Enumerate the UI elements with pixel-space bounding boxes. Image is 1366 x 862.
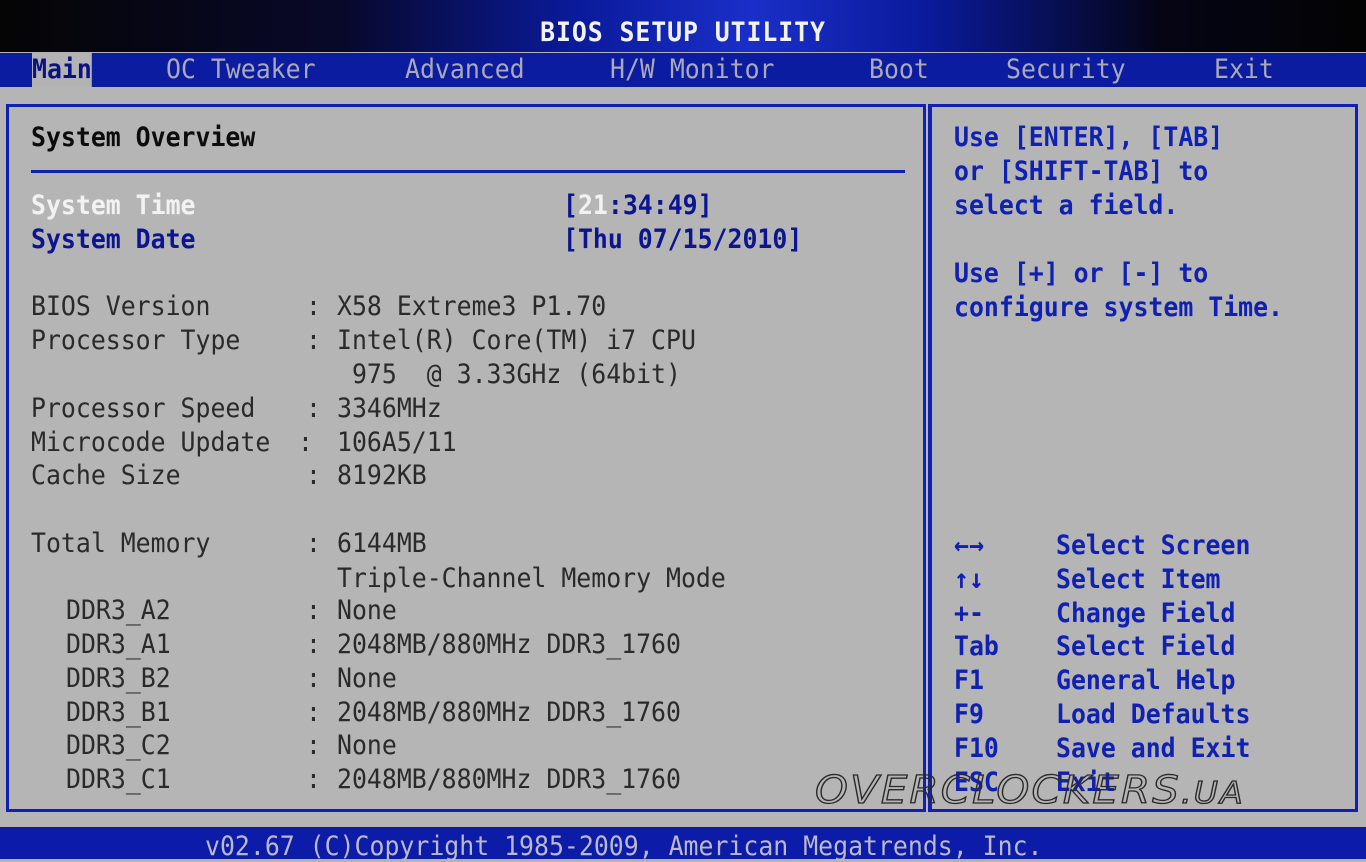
- watermark-suffix: .UA: [1180, 775, 1245, 811]
- section-divider: [31, 170, 905, 173]
- key-desc-select-screen: Select Screen: [1056, 530, 1251, 561]
- separator: :: [306, 325, 321, 356]
- watermark-text: OVERCLOCKERS: [814, 767, 1182, 812]
- tab-hw-monitor[interactable]: H/W Monitor: [610, 53, 775, 87]
- memory-slot-label: DDR3_C1: [66, 764, 171, 795]
- separator: :: [298, 427, 313, 458]
- total-memory-label: Total Memory: [31, 528, 211, 559]
- help-line: Use [+] or [-] to: [954, 258, 1209, 289]
- time-rest: :34:49]: [607, 190, 713, 221]
- memory-slot-label: DDR3_A2: [66, 595, 171, 626]
- system-time-field[interactable]: [21:34:49]: [563, 190, 713, 221]
- tab-boot[interactable]: Boot: [869, 53, 929, 87]
- key-desc-save-and-exit: Save and Exit: [1056, 733, 1251, 764]
- help-line: configure system Time.: [954, 292, 1284, 323]
- time-hour-segment[interactable]: 21: [578, 190, 608, 221]
- plus-minus-icon: +-: [954, 598, 984, 629]
- separator: :: [306, 528, 321, 559]
- separator: :: [306, 730, 321, 761]
- time-bracket-open: [: [563, 190, 578, 221]
- separator: :: [306, 629, 321, 660]
- cache-size-label: Cache Size: [31, 460, 181, 491]
- separator: :: [306, 663, 321, 694]
- tab-exit[interactable]: Exit: [1214, 53, 1274, 87]
- memory-slot-value: 2048MB/880MHz DDR3_1760: [337, 764, 681, 795]
- key-desc-change-field: Change Field: [1056, 598, 1236, 629]
- key-f10: F10: [954, 733, 999, 764]
- microcode-update-value: 106A5/11: [337, 427, 457, 458]
- microcode-update-label: Microcode Update: [31, 427, 271, 458]
- key-desc-general-help: General Help: [1056, 665, 1236, 696]
- separator: :: [306, 595, 321, 626]
- bios-version-label: BIOS Version: [31, 291, 211, 322]
- tab-advanced[interactable]: Advanced: [405, 53, 525, 87]
- memory-slot-value: None: [337, 595, 397, 626]
- cache-size-value: 8192KB: [337, 460, 427, 491]
- separator: :: [306, 291, 321, 322]
- system-date-field[interactable]: [Thu 07/15/2010]: [563, 224, 802, 255]
- up-down-arrows-icon: ↑↓: [954, 564, 984, 595]
- processor-type-value: Intel(R) Core(TM) i7 CPU: [337, 325, 696, 356]
- system-time-label[interactable]: System Time: [31, 190, 196, 221]
- memory-mode: Triple-Channel Memory Mode: [337, 563, 726, 594]
- memory-slot-label: DDR3_A1: [66, 629, 171, 660]
- left-right-arrows-icon: ←→: [954, 530, 984, 561]
- memory-slot-value: None: [337, 663, 397, 694]
- footer-bar: v02.67 (C)Copyright 1985-2009, American …: [0, 827, 1366, 862]
- app-title: BIOS SETUP UTILITY: [540, 17, 826, 48]
- memory-slot-label: DDR3_C2: [66, 730, 171, 761]
- separator: :: [306, 764, 321, 795]
- watermark-logo: OVERCLOCKERS.UA: [814, 767, 1245, 812]
- processor-type-label: Processor Type: [31, 325, 241, 356]
- key-f9: F9: [954, 699, 984, 730]
- key-tab: Tab: [954, 631, 999, 662]
- key-desc-select-item: Select Item: [1056, 564, 1221, 595]
- system-date-label[interactable]: System Date: [31, 224, 196, 255]
- separator: :: [306, 460, 321, 491]
- key-desc-load-defaults: Load Defaults: [1056, 699, 1251, 730]
- memory-slot-label: DDR3_B1: [66, 697, 171, 728]
- section-title: System Overview: [31, 122, 256, 153]
- tab-main[interactable]: Main: [32, 53, 92, 87]
- memory-slot-value: 2048MB/880MHz DDR3_1760: [337, 697, 681, 728]
- processor-speed-value: 3346MHz: [337, 393, 442, 424]
- copyright-text: v02.67 (C)Copyright 1985-2009, American …: [205, 831, 1043, 862]
- bios-version-value: X58 Extreme3 P1.70: [337, 291, 607, 322]
- menu-bar: Main OC Tweaker Advanced H/W Monitor Boo…: [0, 53, 1366, 87]
- help-line: select a field.: [954, 190, 1179, 221]
- total-memory-value: 6144MB: [337, 528, 427, 559]
- processor-speed-label: Processor Speed: [31, 393, 256, 424]
- key-f1: F1: [954, 665, 984, 696]
- memory-slot-label: DDR3_B2: [66, 663, 171, 694]
- processor-type-value-cont: 975 @ 3.33GHz (64bit): [337, 359, 681, 390]
- help-line: or [SHIFT-TAB] to: [954, 156, 1209, 187]
- memory-slot-value: None: [337, 730, 397, 761]
- key-desc-select-field: Select Field: [1056, 631, 1236, 662]
- tab-security[interactable]: Security: [1006, 53, 1126, 87]
- tab-oc-tweaker[interactable]: OC Tweaker: [166, 53, 316, 87]
- separator: :: [306, 393, 321, 424]
- help-line: Use [ENTER], [TAB]: [954, 122, 1224, 153]
- memory-slot-value: 2048MB/880MHz DDR3_1760: [337, 629, 681, 660]
- title-bar: BIOS SETUP UTILITY: [0, 0, 1366, 52]
- separator: :: [306, 697, 321, 728]
